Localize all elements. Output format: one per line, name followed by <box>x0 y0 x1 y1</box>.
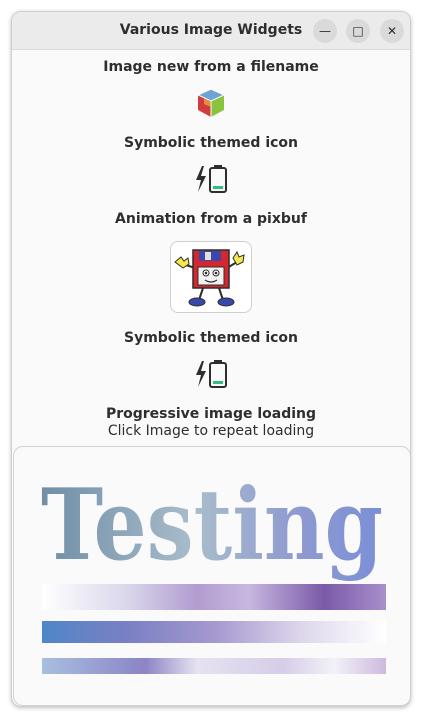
section-heading-symbolic-1: Symbolic themed icon <box>123 135 299 151</box>
maximize-icon: □ <box>352 24 364 38</box>
section-heading-animation: Animation from a pixbuf <box>115 211 307 227</box>
section-heading-filename: Image new from a filename <box>103 59 319 75</box>
close-icon: ✕ <box>386 24 398 38</box>
minimize-icon: — <box>319 24 331 38</box>
progressive-image-button[interactable]: Testing <box>13 446 410 706</box>
maximize-button[interactable]: □ <box>346 19 370 43</box>
battery-charging-symbolic-icon <box>196 360 227 388</box>
section-heading-symbolic-2: Symbolic themed icon <box>123 330 299 346</box>
close-button[interactable]: ✕ <box>380 19 404 43</box>
floppy-man-animation <box>174 249 245 307</box>
testing-image-text: Testing <box>41 468 383 583</box>
section-heading-progressive: Progressive image loading <box>105 406 317 422</box>
testing-image: Testing <box>41 468 386 674</box>
title-bar[interactable]: Various Image Widgets — □ ✕ <box>12 12 410 50</box>
gradient-bar-2 <box>42 621 386 643</box>
gtk-logo-cube-icon <box>196 88 226 117</box>
battery-charging-symbolic-icon <box>196 165 227 193</box>
animation-frame <box>170 241 252 313</box>
progressive-hint: Click Image to repeat loading <box>107 423 315 439</box>
app-window: Various Image Widgets — □ ✕ Image new fr… <box>11 11 411 707</box>
gradient-bar-1 <box>42 584 386 610</box>
minimize-button[interactable]: — <box>313 19 337 43</box>
gradient-bar-3 <box>42 658 386 674</box>
